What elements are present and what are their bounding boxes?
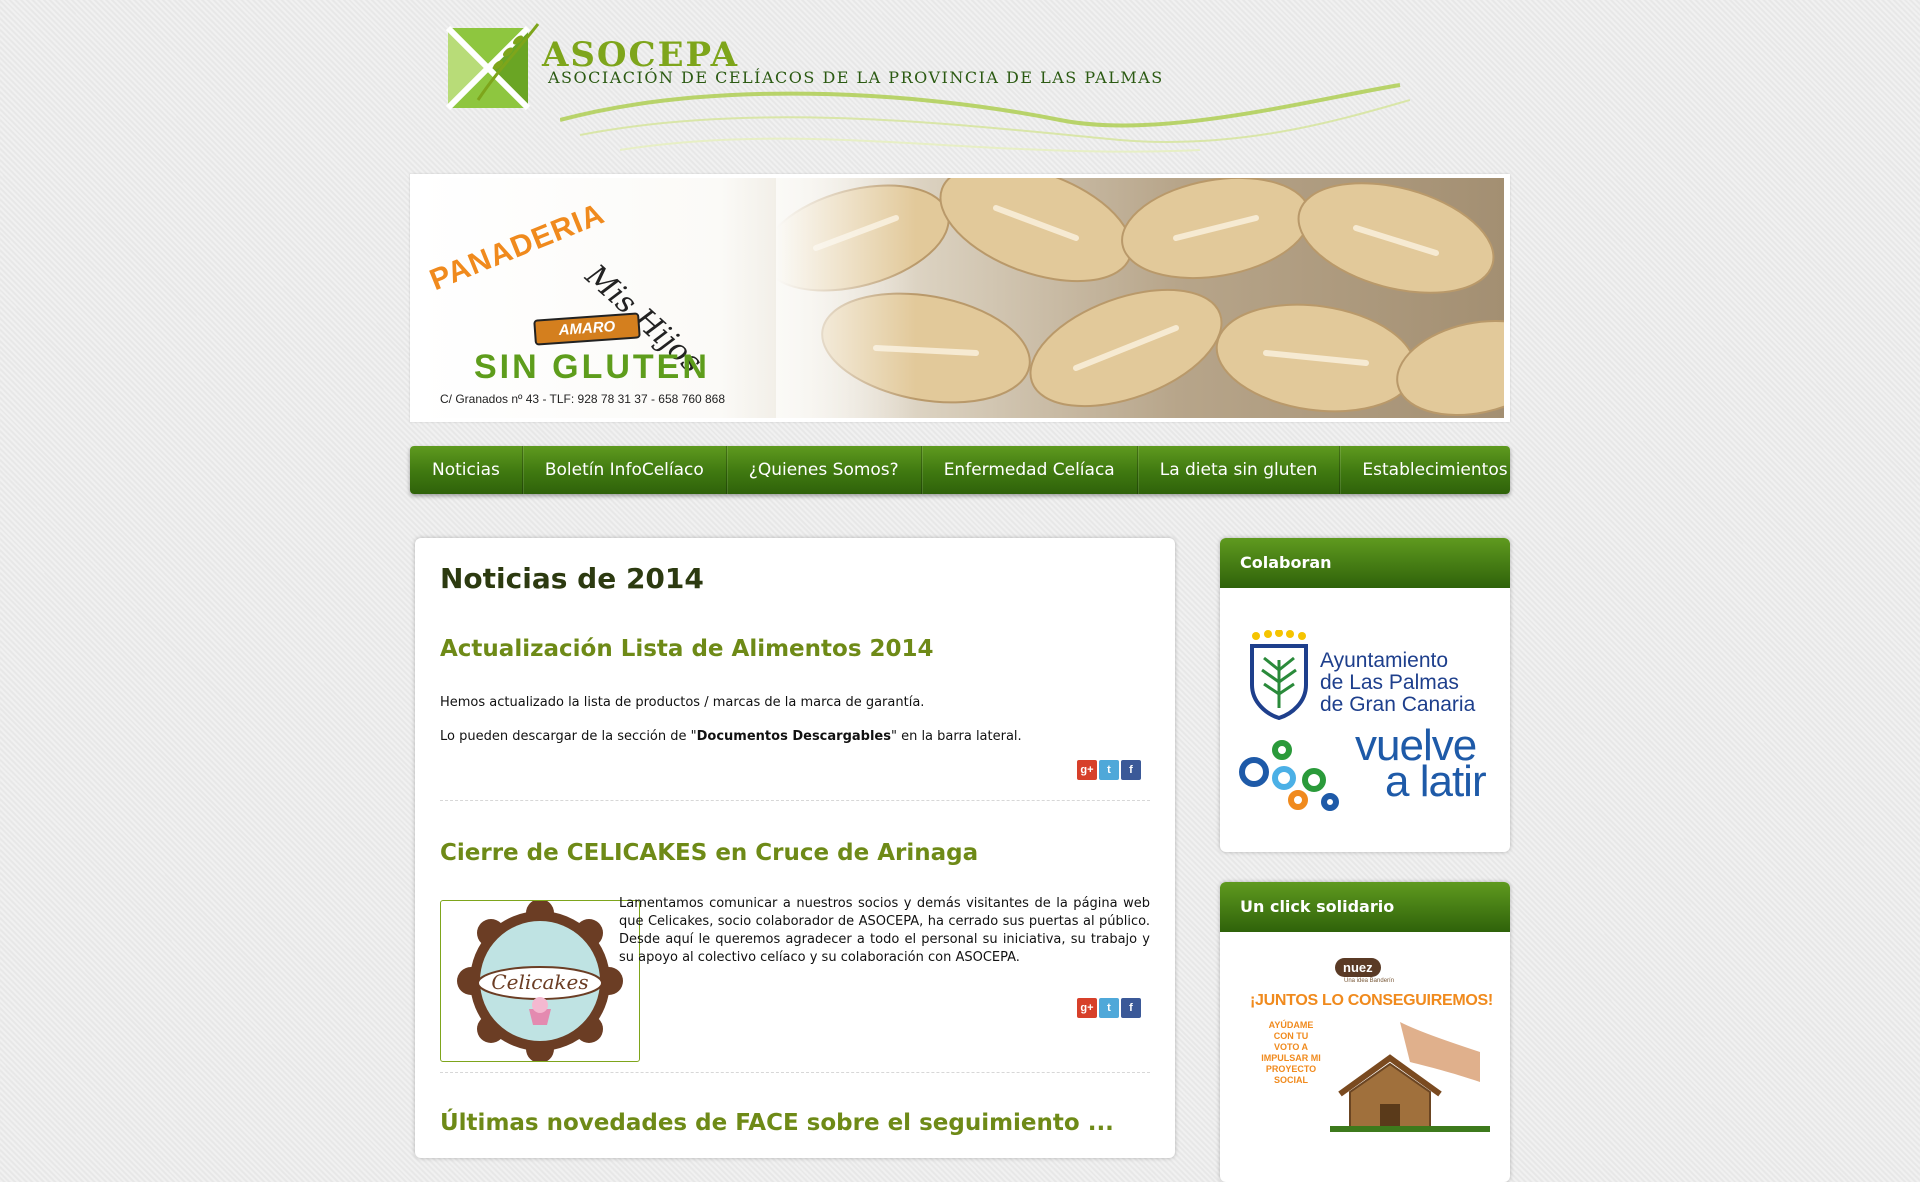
banner-sin-gluten-text: SIN GLUTEN (474, 348, 710, 386)
ayuntamiento-line: de Gran Canaria (1320, 693, 1476, 716)
asocepa-logo-icon[interactable] (438, 20, 548, 120)
post-text: Lamentamos comunicar a nuestros socios y… (619, 896, 1150, 965)
google-plus-share-icon[interactable]: g+ (1077, 760, 1097, 780)
colaboran-widget: Colaboran Ayuntamiento de Las Palmas de … (1220, 538, 1510, 852)
google-plus-share-icon[interactable]: g+ (1077, 998, 1097, 1018)
nav-item-establecimientos[interactable]: Establecimientos (1340, 446, 1529, 494)
main-navigation: Noticias Boletín InfoCelíaco ¿Quienes So… (410, 446, 1510, 494)
nav-item-dieta-sin-gluten[interactable]: La dieta sin gluten (1138, 446, 1341, 494)
facebook-share-icon[interactable]: f (1121, 998, 1141, 1018)
post-text-fragment: " en la barra lateral. (890, 729, 1022, 744)
brand-swoosh (560, 83, 1410, 153)
celicakes-image[interactable]: Celicakes (440, 899, 640, 1063)
ayudame-text: AYÚDAME CON TU VOTO A IMPULSAR MI PROYEC… (1261, 1020, 1321, 1085)
brand-name[interactable]: ASOCEPA (542, 38, 739, 72)
click-solidario-widget: Un click solidario nuez Una idea Banderí… (1220, 882, 1510, 1182)
widget-title: Un click solidario (1220, 882, 1510, 932)
share-buttons: g+ t f (1077, 760, 1141, 780)
facebook-share-icon[interactable]: f (1121, 760, 1141, 780)
post-title-face-novedades[interactable]: Últimas novedades de FACE sobre el segui… (440, 1110, 1114, 1136)
widget-title: Colaboran (1220, 538, 1510, 588)
ayuntamiento-line: Ayuntamiento (1320, 649, 1449, 672)
nav-item-boletin[interactable]: Boletín InfoCelíaco (523, 446, 727, 494)
twitter-share-icon[interactable]: t (1099, 760, 1119, 780)
ayuntamiento-line: de Las Palmas (1320, 671, 1459, 694)
post-text: Hemos actualizado la lista de productos … (440, 695, 925, 710)
ayuntamiento-crest-icon[interactable] (1248, 630, 1310, 720)
celicakes-logo-icon: Celicakes (457, 899, 623, 1063)
bread-rolls-image (776, 178, 1504, 418)
post-title-lista-alimentos[interactable]: Actualización Lista de Alimentos 2014 (440, 636, 934, 662)
banner-image[interactable]: PANADERIA Mis Hijos AMARO SIN GLUTEN C/ … (416, 178, 1504, 418)
sponsor-banner[interactable]: PANADERIA Mis Hijos AMARO SIN GLUTEN C/ … (410, 174, 1510, 422)
celicakes-logo-text: Celicakes (491, 970, 588, 994)
post-text: Lo pueden descargar de la sección de "Do… (440, 728, 1150, 746)
documentos-descargables-link[interactable]: Documentos Descargables (697, 729, 891, 744)
share-buttons: g+ t f (1077, 998, 1141, 1018)
banner-address: C/ Granados nº 43 - TLF: 928 78 31 37 - … (440, 392, 726, 406)
house-hand-image[interactable] (1330, 1022, 1490, 1132)
twitter-share-icon[interactable]: t (1099, 998, 1119, 1018)
banner-amaro-badge: AMARO (533, 312, 641, 346)
post-title-cierre-celicakes[interactable]: Cierre de CELICAKES en Cruce de Arinaga (440, 840, 978, 866)
post-divider (440, 800, 1150, 801)
nuez-tagline: Una idea Banderín (1344, 978, 1395, 984)
vuelve-a-latir-logo-icon[interactable] (1238, 738, 1356, 828)
post-text-fragment: Lo pueden descargar de la sección de " (440, 729, 697, 744)
post-divider (440, 1072, 1150, 1073)
main-content: Noticias de 2014 Actualización Lista de … (415, 538, 1175, 1158)
nav-item-quienes-somos[interactable]: ¿Quienes Somos? (727, 446, 922, 494)
vuelve-a-latir-text[interactable]: vuelve a latir (1355, 724, 1487, 804)
juntos-headline[interactable]: ¡JUNTOS LO CONSEGUIREMOS! (1250, 992, 1493, 1010)
nav-item-enfermedad-celiaca[interactable]: Enfermedad Celíaca (922, 446, 1138, 494)
nav-item-noticias[interactable]: Noticias (410, 446, 523, 494)
page-title: Noticias de 2014 (440, 562, 704, 595)
ayuntamiento-name[interactable]: Ayuntamiento de Las Palmas de Gran Canar… (1320, 650, 1475, 716)
nuez-logo[interactable]: nuez (1335, 958, 1381, 977)
site-header: ASOCEPA ASOCIACIÓN DE CELÍACOS DE LA PRO… (410, 0, 1510, 170)
